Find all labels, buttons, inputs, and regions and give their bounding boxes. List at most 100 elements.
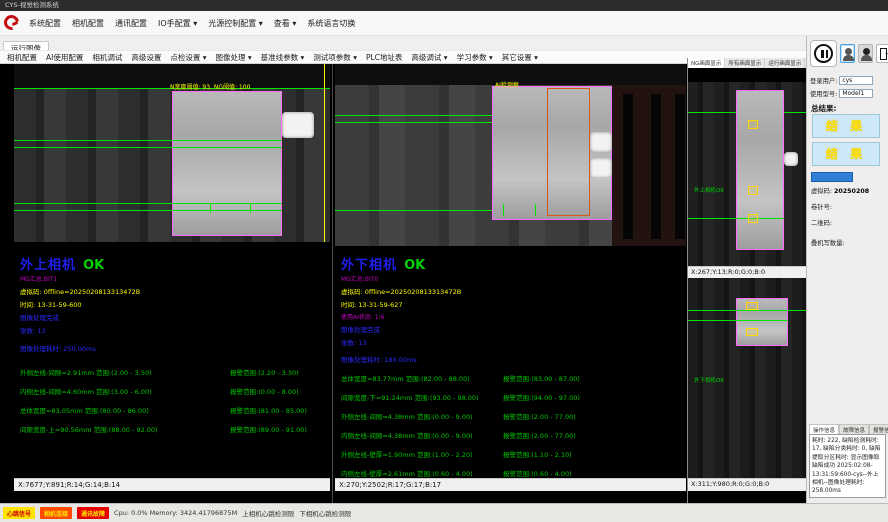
tool-camera-config[interactable]: 相机配置	[7, 52, 37, 63]
left-measure-line-4	[14, 210, 282, 211]
side-panel-column: NG画面显示 所有画面显示 运行画面显示 外上相机OK X:267;Y:13;R…	[687, 58, 806, 503]
right-time: 时间: 13-31-59-627	[341, 299, 686, 309]
side1-coordinates: X:267;Y:13;R:0;G:0;B:0	[691, 268, 765, 276]
left-measure-tick-2	[250, 203, 251, 213]
left-result-title-row: 外上相机 OK	[20, 254, 330, 273]
menu-io-config[interactable]: IO手配置 ▾	[158, 18, 197, 29]
menu-camera-config[interactable]: 相机配置	[72, 18, 104, 29]
left-camera-status: OK	[83, 258, 104, 273]
result-box-2: 结 果	[812, 142, 880, 166]
left-camera-view[interactable]: N宽度阈值: 93, NG阈值: 100	[14, 64, 330, 242]
left-time: 时间: 13-31-59-600	[20, 299, 330, 309]
right-measurement-row: 外侧左线-壁厚=1.90mm 范围:(1.00 - 2.20) 报警范围:(1.…	[341, 449, 686, 459]
right-measurement-row: 外侧左线-间隙=4.38mm 范围:(0.00 - 9.00) 报警范围:(2.…	[341, 411, 686, 421]
side-tab-run-views[interactable]: 运行画面显示	[765, 58, 805, 68]
side2-green-line-1	[688, 310, 806, 311]
left-subtitle: MG汇总:BIT1	[20, 274, 330, 283]
side-tab-all-views[interactable]: 所有画面显示	[725, 58, 765, 68]
right-ai-state: 使用AI状态: 1:6	[341, 312, 686, 321]
side1-annotation-box-3	[748, 214, 758, 223]
side-camera-view-2[interactable]: 外下相机OK	[688, 278, 806, 478]
side-tabs: NG画面显示 所有画面显示 运行画面显示	[688, 58, 806, 68]
left-measure-tick-1	[210, 203, 211, 213]
model-input[interactable]: Model1	[839, 89, 873, 98]
side1-coordinate-bar: X:267;Y:13;R:0;G:0;B:0	[688, 266, 806, 278]
upper-camera-heartbeat-text: 上相机心跳检测限	[242, 508, 294, 518]
right-bright-blob-1	[590, 132, 612, 152]
pause-button[interactable]	[810, 40, 837, 67]
side2-annotation-box-1	[746, 302, 758, 310]
tool-advanced-debug[interactable]: 高级调试 ▾	[411, 52, 447, 63]
right-slot-1	[623, 94, 633, 239]
left-measurement-row: 内侧左线-间隙=4.60mm 范围:(3.00 - 6.00) 报警范围:(0.…	[20, 386, 330, 396]
result-box-1: 结 果	[812, 114, 880, 138]
side2-coordinate-bar: X:311;Y:980;R:0;G:0;B:0	[688, 478, 806, 491]
tool-spot-check[interactable]: 点检设置 ▾	[170, 52, 206, 63]
left-measurement-row: 总体宽度=83.05mm 范围:(80.00 - 86.00) 报警范围:(81…	[20, 405, 330, 415]
side1-status-label: 外上相机OK	[694, 186, 724, 194]
tool-test-params[interactable]: 测试项参数 ▾	[313, 52, 357, 63]
tool-image-process[interactable]: 图像处理 ▾	[216, 52, 252, 63]
admin-mode-button[interactable]	[858, 44, 873, 63]
left-alarm-text-2: 报警范围:(0.00 - 8.00)	[230, 386, 299, 396]
left-connector-blob	[282, 112, 314, 138]
log-text-area[interactable]: 耗时: 222, 缺陷检测耗时: 17, 缺陷分类耗时: 0, 缺陷提取分区耗时…	[809, 434, 886, 498]
right-camera-view[interactable]: AI检测框	[335, 64, 686, 246]
left-threshold-label: N宽度阈值: 93, NG阈值: 100	[170, 82, 250, 91]
model-label: 使用型号:	[810, 89, 837, 98]
camera-link-badge: 相机连接	[40, 507, 72, 519]
right-measurement-row: 总体宽度=83.77mm 范围:(82.00 - 88.00) 报警范围:(83…	[341, 373, 686, 383]
right-bright-blob-2	[590, 158, 612, 178]
toolbar: 相机配置 AI使用配置 相机调试 高级设置 点检设置 ▾ 图像处理 ▾ 基准线参…	[0, 50, 806, 64]
tool-camera-debug[interactable]: 相机调试	[92, 52, 122, 63]
right-coordinates: X:270;Y:2502;R:17;G:17;B:17	[339, 481, 441, 489]
titlebar: CYS-视觉检测系统	[0, 0, 888, 11]
app-logo-icon	[3, 14, 21, 32]
menubar: 系统配置 相机配置 通讯配置 IO手配置 ▾ 光源控制配置 ▾ 查看 ▾ 系统语…	[0, 11, 888, 36]
tool-advanced-settings[interactable]: 高级设置	[131, 52, 161, 63]
right-measure-text-1: 总体宽度=83.77mm 范围:(82.00 - 88.00)	[341, 375, 470, 383]
menu-view[interactable]: 查看 ▾	[274, 18, 297, 29]
right-measure-text-3: 外侧左线-间隙=4.38mm 范围:(0.00 - 9.00)	[341, 413, 473, 421]
side-tab-ng-display[interactable]: NG画面显示	[688, 58, 725, 68]
vcode-label: 虚拟码:	[811, 188, 832, 195]
right-alarm-text-1: 报警范围:(83.00 - 87.00)	[503, 373, 580, 383]
qr-label: 二维码:	[811, 218, 832, 227]
cpu-memory-text: Cpu: 0.0% Memory: 3424.41796875M	[114, 509, 237, 517]
panel-divider	[332, 64, 333, 503]
left-measure-text-2: 内侧左线-间隙=4.60mm 范围:(3.00 - 6.00)	[20, 388, 152, 396]
tool-other-settings[interactable]: 其它设置 ▾	[502, 52, 538, 63]
logout-button[interactable]: →	[876, 44, 888, 63]
tool-ai-config[interactable]: AI使用配置	[46, 52, 83, 63]
menu-language-switch[interactable]: 系统语言切换	[307, 18, 355, 29]
menu-system-config[interactable]: 系统配置	[29, 18, 61, 29]
menu-comm-config[interactable]: 通讯配置	[115, 18, 147, 29]
side-camera-view-1[interactable]: 外上相机OK	[688, 68, 806, 266]
control-panel: → 登录用户: cys 使用型号: Model1 总结果: 结 果 结 果 虚拟…	[806, 36, 888, 503]
left-measurement-row: 间隙宽度-上=90.56mm 范围:(88.00 - 92.00) 报警范围:(…	[20, 424, 330, 434]
menu-light-config[interactable]: 光源控制配置 ▾	[208, 18, 263, 29]
tool-baseline-params[interactable]: 基准线参数 ▾	[261, 52, 305, 63]
login-user-input[interactable]: cys	[839, 76, 873, 85]
left-camera-panel: N宽度阈值: 93, NG阈值: 100 外上相机 OK MG汇总:BIT1 虚…	[14, 64, 330, 503]
user-mode-button[interactable]	[840, 44, 855, 63]
right-frame-count: 张数: 13	[341, 337, 686, 347]
user-icon	[845, 48, 852, 55]
side1-annotation-box-1	[748, 120, 758, 129]
tool-learn-params[interactable]: 学习参数 ▾	[457, 52, 493, 63]
right-alarm-text-2: 报警范围:(94.00 - 97.00)	[503, 392, 580, 402]
right-measure-text-6: 内侧左线-壁厚=2.61mm 范围:(0.60 - 4.00)	[341, 470, 473, 478]
side2-product	[736, 298, 788, 346]
right-coordinate-bar: X:270;Y:2502;R:17;G:17;B:17	[335, 478, 686, 491]
login-user-field-row: 登录用户: cys	[810, 76, 873, 85]
tool-plc-table[interactable]: PLC地址表	[366, 52, 402, 63]
right-camera-panel: AI检测框 外下相机 OK MG汇总:BIT0 虚拟码: 0ffline=202…	[335, 64, 686, 503]
admin-user-icon	[863, 48, 870, 55]
left-measure-line-2	[14, 147, 282, 148]
side2-coordinates: X:311;Y:980;R:0;G:0;B:0	[691, 480, 769, 488]
right-measurement-row: 间隙宽度-下=91.24mm 范围:(93.00 - 98.00) 报警范围:(…	[341, 392, 686, 402]
vcode-select-box[interactable]	[811, 172, 853, 182]
model-field-row: 使用型号: Model1	[810, 89, 873, 98]
vcode-row: 虚拟码: 20250208	[811, 186, 869, 195]
right-result-title-row: 外下相机 OK	[341, 254, 686, 273]
